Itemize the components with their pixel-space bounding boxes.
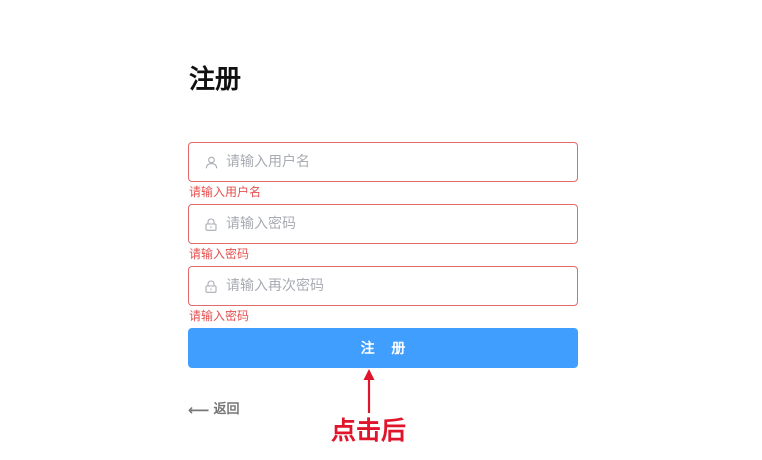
confirm-password-field[interactable] bbox=[188, 266, 578, 306]
register-button[interactable]: 注 册 bbox=[188, 328, 578, 368]
confirm-password-input[interactable] bbox=[226, 276, 546, 296]
back-link[interactable]: ⟵ 返回 bbox=[188, 400, 240, 420]
arrow-left-icon: ⟵ bbox=[188, 401, 210, 419]
password-error: 请输入密码 bbox=[189, 247, 250, 261]
user-icon bbox=[204, 155, 218, 169]
back-label: 返回 bbox=[213, 402, 240, 417]
password-input[interactable] bbox=[226, 214, 546, 234]
password-field[interactable] bbox=[188, 204, 578, 244]
lock-icon bbox=[204, 217, 218, 231]
username-error: 请输入用户名 bbox=[189, 185, 262, 199]
arrow-up-icon bbox=[359, 368, 379, 418]
page-title: 注册 bbox=[189, 65, 242, 95]
username-field[interactable] bbox=[188, 142, 578, 182]
annotation-label: 点击后 bbox=[331, 416, 407, 445]
username-input[interactable] bbox=[226, 152, 546, 172]
confirm-password-error: 请输入密码 bbox=[189, 309, 250, 323]
lock-icon bbox=[204, 279, 218, 293]
